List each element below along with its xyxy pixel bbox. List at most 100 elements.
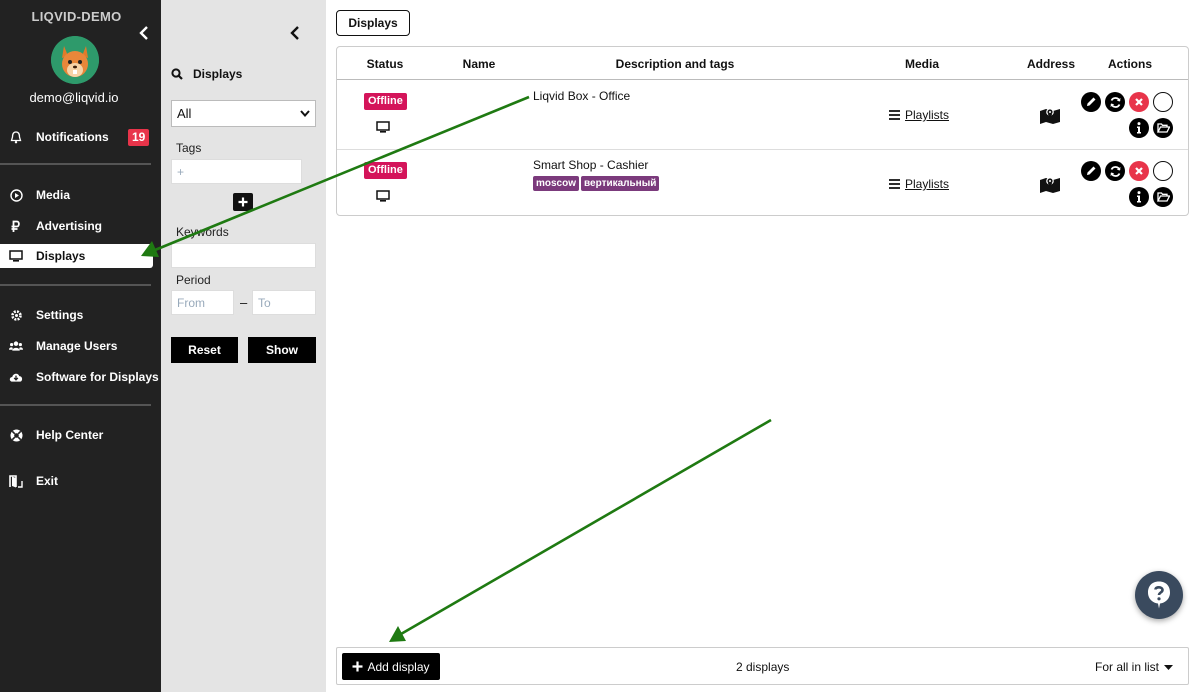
playlists-link-label: Playlists	[905, 108, 950, 122]
tags-input[interactable]: +	[171, 159, 302, 184]
column-header-description[interactable]: Description and tags	[616, 57, 735, 71]
sidebar-item-label: Help Center	[36, 428, 104, 442]
list-icon	[889, 179, 900, 189]
monitor-icon	[376, 190, 390, 202]
users-icon	[9, 339, 23, 353]
bulk-scope-label: For all in list	[1095, 660, 1160, 674]
notification-count-badge: 19	[128, 129, 150, 146]
help-chat-button[interactable]	[1135, 571, 1183, 619]
status-badge: Offline	[364, 93, 407, 110]
pencil-icon	[1087, 97, 1096, 106]
sidebar-item-label: Notifications	[36, 130, 109, 144]
sidebar-divider	[0, 404, 151, 406]
tag-badge[interactable]: moscow	[533, 176, 580, 191]
info-action-button[interactable]	[1129, 187, 1149, 207]
display-filter-select[interactable]: All	[171, 100, 316, 127]
folder-action-button[interactable]	[1153, 118, 1173, 138]
collapse-filter-icon[interactable]	[288, 24, 302, 42]
sidebar-item-media[interactable]: Media	[0, 183, 153, 207]
info-icon	[1137, 191, 1141, 203]
tag-list: moscow вертикальный	[533, 176, 660, 191]
sidebar-item-label: Software for Displays	[36, 370, 159, 384]
from-placeholder: From	[177, 295, 205, 310]
tag-badge[interactable]: вертикальный	[581, 176, 660, 191]
folder-open-icon	[1156, 123, 1170, 133]
period-from-input[interactable]: From	[171, 290, 234, 315]
playlists-link[interactable]: Playlists	[889, 108, 949, 122]
main-sidebar: LIQVID-DEMO demo@liqvid.io Notifications…	[0, 0, 161, 692]
sidebar-item-label: Media	[36, 188, 71, 202]
tab-displays[interactable]: Displays	[336, 10, 410, 36]
period-separator: –	[240, 295, 248, 310]
filter-heading: Displays	[171, 67, 242, 81]
sidebar-item-label: Settings	[36, 308, 84, 322]
exit-icon	[9, 474, 23, 488]
displays-table: Status Name Description and tags Media A…	[336, 46, 1189, 216]
reset-button[interactable]: Reset	[171, 337, 238, 363]
sidebar-item-exit[interactable]: Exit	[0, 469, 153, 493]
table-row[interactable]: Offline Smart Shop - Cashier moscow верт…	[337, 149, 1188, 217]
sidebar-divider	[0, 163, 151, 165]
sidebar-item-label: Displays	[36, 249, 86, 263]
sidebar-item-label: Exit	[36, 474, 59, 488]
org-title: LIQVID-DEMO	[31, 9, 122, 24]
refresh-action-button[interactable]	[1105, 161, 1125, 181]
sidebar-divider	[0, 284, 151, 286]
info-action-button[interactable]	[1129, 118, 1149, 138]
keywords-input[interactable]	[171, 243, 316, 268]
bell-icon	[9, 130, 23, 144]
playlists-link[interactable]: Playlists	[889, 177, 949, 191]
squirrel-avatar-icon	[51, 36, 99, 84]
avatar[interactable]	[51, 36, 99, 84]
period-to-input[interactable]: To	[252, 290, 316, 315]
show-button[interactable]: Show	[248, 337, 316, 363]
period-label: Period	[176, 273, 211, 287]
delete-action-button[interactable]	[1129, 161, 1149, 181]
refresh-action-button[interactable]	[1105, 92, 1125, 112]
display-description[interactable]: Smart Shop - Cashier	[533, 158, 648, 172]
column-header-name[interactable]: Name	[463, 57, 496, 71]
to-placeholder: To	[258, 295, 271, 310]
select-row-toggle[interactable]	[1153, 92, 1173, 112]
delete-action-button[interactable]	[1129, 92, 1149, 112]
select-value: All	[177, 106, 192, 121]
ruble-icon	[9, 219, 23, 233]
collapse-sidebar-icon[interactable]	[137, 24, 151, 42]
sidebar-item-settings[interactable]: Settings	[0, 303, 153, 327]
display-count: 2 displays	[736, 660, 790, 674]
table-row[interactable]: Offline Liqvid Box - Office Playlists	[337, 81, 1188, 149]
column-header-actions: Actions	[1107, 57, 1153, 71]
folder-action-button[interactable]	[1153, 187, 1173, 207]
sidebar-item-help-center[interactable]: Help Center	[0, 423, 153, 447]
select-row-toggle[interactable]	[1153, 161, 1173, 181]
column-header-status[interactable]: Status	[367, 57, 404, 71]
column-header-media[interactable]: Media	[905, 57, 939, 71]
refresh-icon	[1110, 96, 1120, 108]
add-display-button[interactable]: Add display	[342, 653, 440, 680]
sidebar-item-manage-users[interactable]: Manage Users	[0, 334, 153, 358]
user-email: demo@liqvid.io	[29, 90, 119, 105]
sidebar-item-label: Manage Users	[36, 339, 118, 353]
lifebuoy-icon	[9, 428, 23, 442]
sidebar-item-advertising[interactable]: Advertising	[0, 214, 153, 238]
map-marker-icon[interactable]	[1040, 106, 1060, 124]
bulk-scope-dropdown[interactable]: For all in list	[1095, 660, 1174, 674]
search-icon	[171, 68, 183, 80]
edit-action-button[interactable]	[1081, 92, 1101, 112]
sidebar-item-software-for-displays[interactable]: Software for Displays	[0, 365, 159, 389]
column-header-address[interactable]: Address	[1027, 57, 1075, 71]
folder-open-icon	[1156, 192, 1170, 202]
refresh-icon	[1110, 165, 1120, 177]
add-tag-button[interactable]	[233, 193, 253, 211]
map-marker-icon[interactable]	[1040, 175, 1060, 193]
sidebar-item-notifications[interactable]: Notifications 19	[0, 125, 153, 149]
sidebar-item-displays[interactable]: Displays	[0, 244, 153, 268]
info-icon	[1137, 122, 1141, 134]
list-icon	[889, 110, 900, 120]
filter-panel: Displays All Tags + Keywords Period From…	[161, 0, 326, 692]
display-description[interactable]: Liqvid Box - Office	[533, 89, 630, 103]
chevron-down-icon	[300, 110, 310, 117]
main-content: Displays Status Name Description and tag…	[326, 0, 1196, 692]
edit-action-button[interactable]	[1081, 161, 1101, 181]
caret-down-icon	[1164, 664, 1174, 670]
